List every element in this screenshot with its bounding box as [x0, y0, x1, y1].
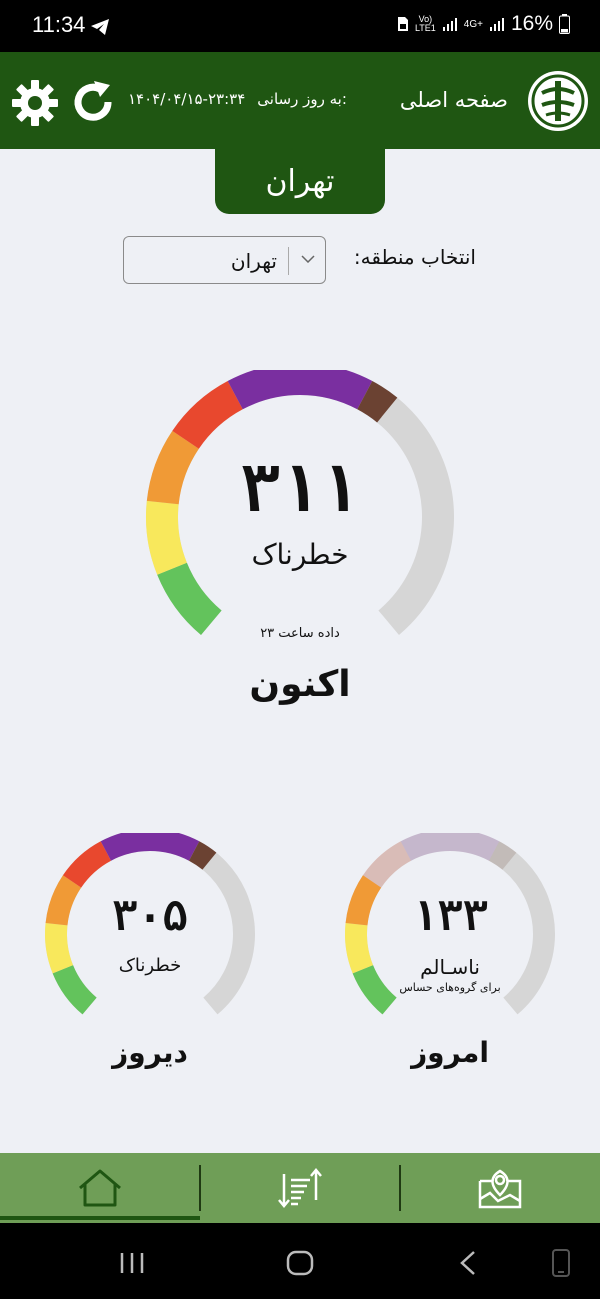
gauge-band-4 — [227, 370, 373, 410]
gauge-band-5 — [188, 841, 217, 870]
region-selected: تهران — [230, 249, 277, 273]
battery-percent: 16% — [510, 12, 553, 35]
gauge-band-3 — [362, 841, 412, 888]
signal-icon-2 — [489, 18, 504, 31]
gauge-band-4 — [400, 833, 500, 861]
keyboard-switch-icon[interactable] — [550, 1248, 572, 1278]
chevron-down-icon — [301, 255, 315, 263]
back-icon[interactable] — [458, 1250, 478, 1276]
caption-now: اکنون — [249, 664, 351, 705]
update-info: ۱۴۰۴/۰۴/۱۵-۲۳:۳۴ به روز رسانی: — [128, 90, 347, 108]
status-bar: 11:34 Vo) LTE1 4G+ 16% — [0, 0, 600, 52]
telegram-icon — [91, 19, 109, 35]
gauge-band-3 — [172, 381, 244, 450]
select-divider — [288, 247, 289, 275]
gauge-band-4 — [100, 833, 200, 861]
gauge-band-0 — [157, 562, 222, 635]
gauge-now: ۳۱۱ خطرناک داده ساعت ۲۳ — [145, 370, 455, 641]
gauge-band-5 — [356, 381, 398, 423]
network-4g: 4G+ — [463, 18, 483, 30]
status-right: Vo) LTE1 4G+ 16% — [397, 12, 570, 36]
aqi-today-status: ناسـالم — [420, 955, 480, 979]
aqi-yesterday-status: خطرناک — [118, 955, 182, 976]
update-label: به روز رسانی: — [257, 90, 347, 108]
gauge-yesterday: ۳۰۵ خطرناک — [40, 833, 260, 1023]
logo — [528, 71, 588, 131]
nav-home[interactable] — [0, 1153, 200, 1223]
region-select[interactable]: تهران — [123, 236, 326, 284]
aqi-now-note: داده ساعت ۲۳ — [260, 626, 340, 641]
gauge-band-5 — [488, 841, 517, 870]
status-time: 11:34 — [32, 12, 86, 37]
recent-apps-icon[interactable] — [118, 1251, 146, 1275]
aqi-today-value: ۱۳۳ — [412, 891, 488, 940]
home-button-icon[interactable] — [286, 1250, 314, 1276]
sort-icon — [278, 1168, 322, 1208]
home-icon — [79, 1169, 121, 1207]
battery-icon — [559, 14, 570, 34]
settings-icon[interactable] — [10, 78, 60, 128]
region-label: انتخاب منطقه: — [353, 245, 476, 269]
nav-map[interactable] — [400, 1153, 600, 1223]
caption-today: امروز — [411, 1036, 489, 1069]
gauge-band-3 — [62, 841, 112, 888]
map-icon — [478, 1169, 522, 1209]
caption-yesterday: دیروز — [112, 1036, 188, 1069]
sim-icon — [397, 17, 408, 31]
network-type: Vo) LTE1 — [414, 14, 436, 33]
city-title: تهران — [215, 149, 385, 214]
signal-icon — [442, 18, 457, 31]
nav-active-indicator — [0, 1216, 200, 1220]
refresh-icon[interactable] — [70, 79, 116, 125]
aqi-today-note: برای گروه‌های حساس — [399, 981, 501, 994]
android-nav-bar — [0, 1223, 600, 1299]
nav-sort[interactable] — [200, 1153, 400, 1223]
gauge-today: ۱۳۳ ناسـالم برای گروه‌های حساس — [340, 833, 560, 1023]
bottom-nav — [0, 1153, 600, 1223]
aqi-yesterday-value: ۳۰۵ — [112, 891, 188, 940]
aqi-now-status: خطرناک — [251, 538, 349, 571]
aqi-now-value: ۳۱۱ — [240, 450, 360, 527]
update-value: ۱۴۰۴/۰۴/۱۵-۲۳:۳۴ — [128, 90, 246, 108]
home-title: صفحه اصلی — [399, 88, 508, 112]
app-header: ۱۴۰۴/۰۴/۱۵-۲۳:۳۴ به روز رسانی: صفحه اصلی — [0, 52, 600, 149]
